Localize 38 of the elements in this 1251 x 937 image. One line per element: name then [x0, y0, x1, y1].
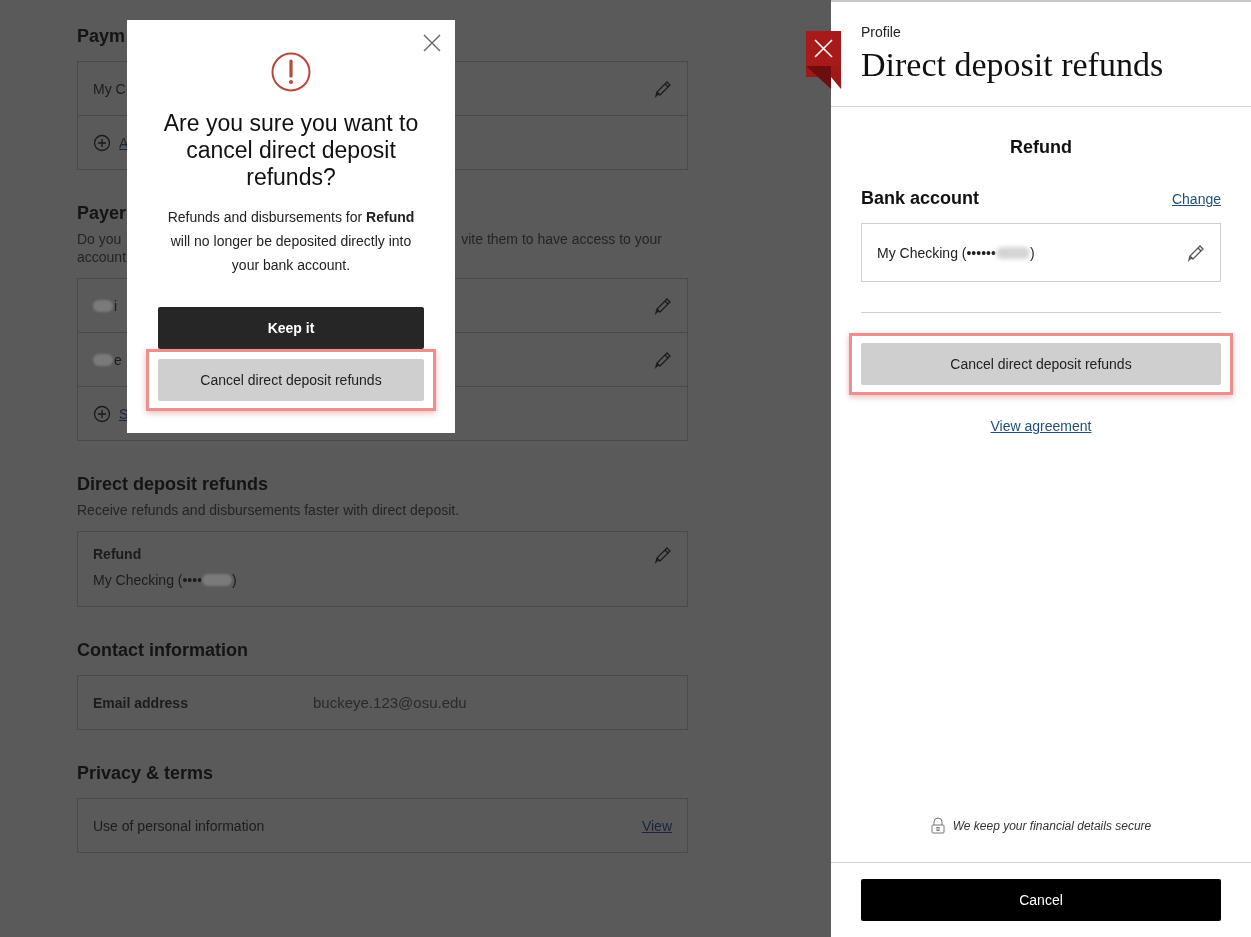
section-heading: Contact information: [77, 640, 248, 661]
lock-icon: [930, 817, 945, 834]
keep-button[interactable]: Keep it: [158, 307, 424, 349]
dialog-title: Are you sure you want to cancel direct deposit refunds?: [162, 110, 420, 191]
bank-account-label: Bank account: [861, 188, 980, 209]
section-heading: Direct deposit refunds: [77, 474, 269, 495]
add-icon[interactable]: [93, 133, 111, 152]
account-name: My Checking (••••••: [877, 244, 996, 261]
breadcrumb: Profile: [861, 24, 902, 40]
blurred-text: [202, 574, 233, 586]
payer-name: e: [114, 351, 122, 368]
dialog-message: Refunds and disbursements for Refund will no longer be deposited directly into your bank account.: [166, 208, 416, 275]
cancel-refunds-button[interactable]: Cancel direct deposit refunds: [861, 343, 1221, 385]
account-name: My Checking (••••: [93, 572, 203, 588]
row-label: Use of personal information: [93, 817, 265, 834]
close-button[interactable]: [806, 31, 841, 92]
refund-title: Refund: [93, 546, 143, 562]
account-name: My C: [93, 80, 126, 97]
view-agreement-link[interactable]: View agreement: [990, 418, 1092, 434]
cancel-refunds-button[interactable]: Cancel direct deposit refunds: [158, 359, 424, 401]
account-name-end: ): [1029, 244, 1035, 261]
section-heading: Privacy & terms: [77, 763, 214, 784]
blurred-text: [93, 353, 113, 366]
add-icon[interactable]: [93, 404, 111, 423]
section-heading: Payer: [77, 203, 127, 224]
blurred-text: [995, 246, 1030, 259]
section-heading: Paym: [77, 26, 126, 47]
panel-title: Direct deposit refunds: [861, 46, 1165, 84]
field-label: Email address: [93, 694, 189, 711]
security-note: We keep your financial details secure: [952, 818, 1152, 833]
cancel-button[interactable]: Cancel: [861, 879, 1221, 921]
panel-subtitle: Refund: [1009, 137, 1073, 158]
account-name-end: ): [232, 572, 237, 588]
pencil-icon[interactable]: [1187, 243, 1205, 262]
blurred-text: [93, 299, 113, 312]
change-link[interactable]: Change: [1171, 191, 1221, 207]
alert-icon: [271, 52, 311, 92]
payer-name: i: [114, 297, 118, 314]
